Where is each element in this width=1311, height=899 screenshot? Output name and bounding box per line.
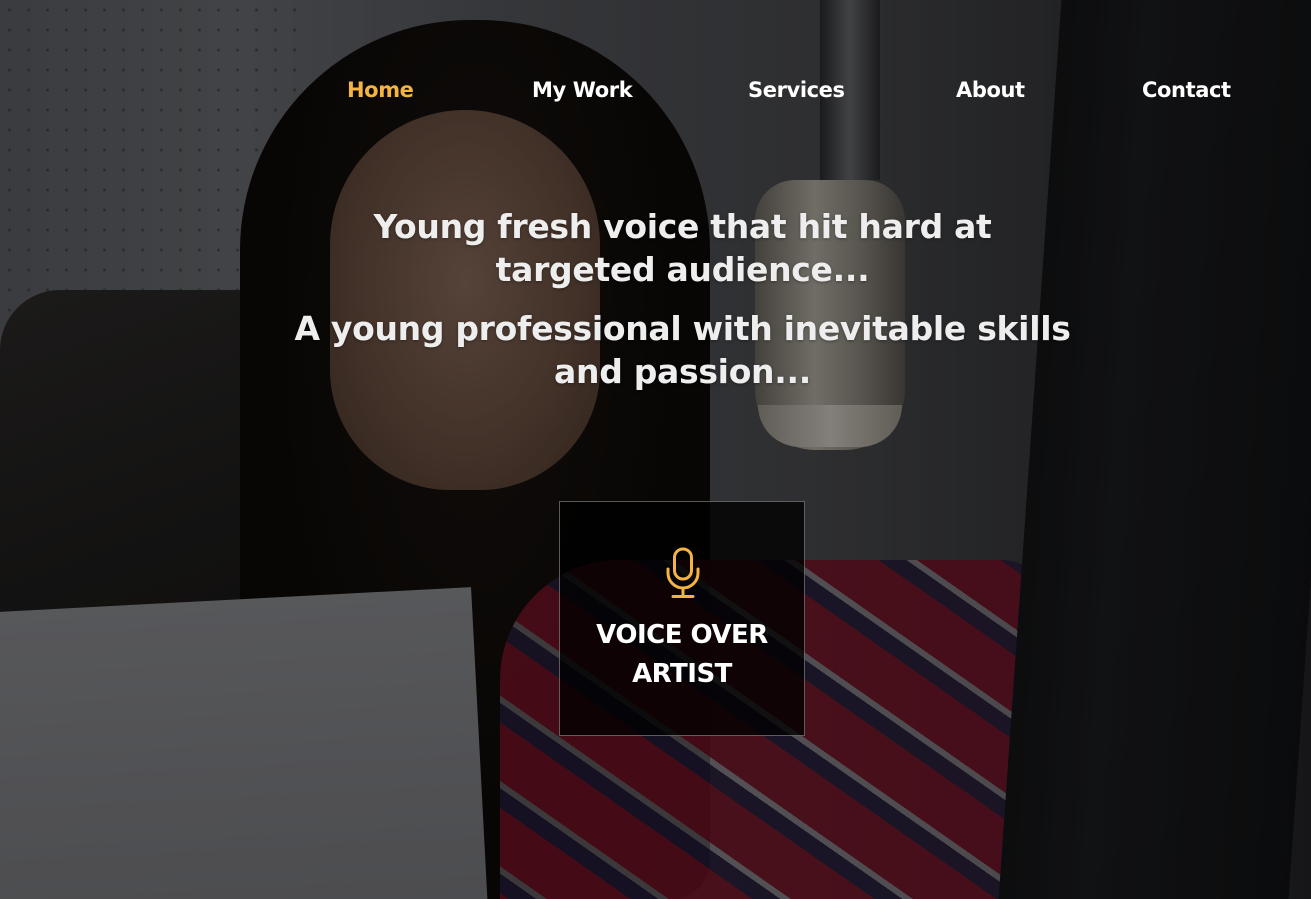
hero-tagline-primary: Young fresh voice that hit hard at targe… <box>373 207 992 289</box>
nav-contact-link[interactable]: Contact <box>1142 72 1231 108</box>
voice-over-artist-card[interactable]: VOICE OVER ARTIST <box>559 501 805 736</box>
microphone-icon <box>666 547 700 598</box>
nav-home-link[interactable]: Home <box>347 72 414 108</box>
nav-about-link[interactable]: About <box>956 72 1025 108</box>
dark-overlay <box>0 0 1311 899</box>
hero-tagline-secondary: A young professional with inevitable ski… <box>294 309 1071 391</box>
nav-my-work-link[interactable]: My Work <box>532 72 633 108</box>
card-title: VOICE OVER ARTIST <box>596 620 768 689</box>
page: Home My Work Services About Contact Youn… <box>0 0 1311 899</box>
nav-services-link[interactable]: Services <box>748 72 845 108</box>
main-navigation: Home My Work Services About Contact <box>0 72 1311 108</box>
